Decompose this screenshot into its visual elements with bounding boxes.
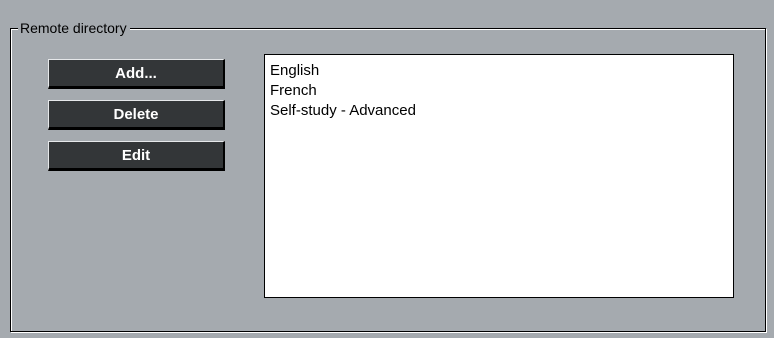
delete-button[interactable]: Delete	[48, 100, 225, 130]
list-item[interactable]: Self-study - Advanced	[270, 101, 733, 121]
add-button[interactable]: Add...	[48, 59, 225, 89]
remote-directory-list[interactable]: English French Self-study - Advanced	[264, 54, 734, 298]
remote-directory-label: Remote directory	[18, 21, 130, 36]
edit-button[interactable]: Edit	[48, 141, 225, 171]
list-item[interactable]: English	[270, 61, 733, 81]
list-item[interactable]: French	[270, 81, 733, 101]
